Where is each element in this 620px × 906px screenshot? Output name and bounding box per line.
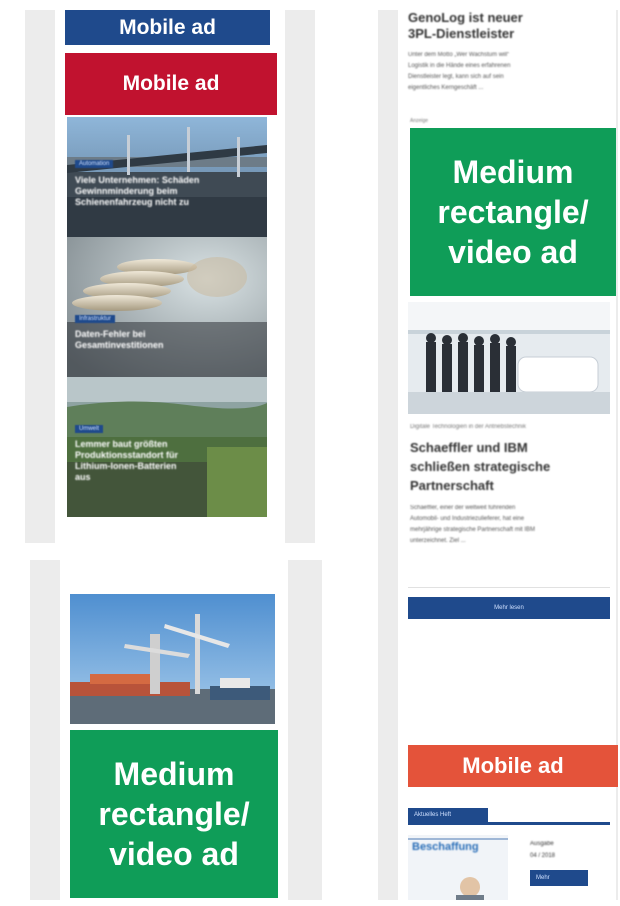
- issue-label: Ausgabe 04 / 2018: [530, 841, 556, 859]
- issue-more-button[interactable]: Mehr: [530, 870, 588, 886]
- article-badge: Umwelt: [75, 425, 104, 433]
- mobile-ad-banner-second[interactable]: Mobile ad: [65, 53, 277, 115]
- article-badge: Infrastruktur: [75, 315, 116, 323]
- harbor-image: [70, 594, 275, 724]
- article-headline-schaeffler[interactable]: Schaeffler und IBM schließen strategisch…: [410, 438, 615, 495]
- issue-tab-underline: [408, 822, 610, 825]
- mobile-ad-banner-right[interactable]: Mobile ad: [408, 745, 618, 787]
- read-more-button[interactable]: Mehr lesen: [408, 597, 610, 619]
- medium-rectangle-ad-right[interactable]: Medium rectangle/ video ad: [410, 128, 616, 296]
- article-image-meeting: [408, 302, 610, 414]
- article-headline[interactable]: Daten-Fehler bei Gesamtinvestitionen: [75, 329, 260, 351]
- article-badge: Automation: [75, 160, 114, 168]
- article-headline[interactable]: Viele Unternehmen: Schäden Gewinnminderu…: [75, 175, 260, 208]
- ad-label: Anzeige: [410, 118, 429, 124]
- article-tile-bridge[interactable]: Automation Viele Unternehmen: Schäden Ge…: [67, 117, 267, 237]
- article-tile-coins[interactable]: Infrastruktur Daten-Fehler bei Gesamtinv…: [67, 237, 267, 377]
- cover-portrait-image: [408, 838, 508, 900]
- top-article-teaser: Unter dem Motto „Wer Wachstum will“ Logi…: [408, 52, 511, 91]
- tab-current-issue[interactable]: Aktuelles Heft: [408, 808, 488, 822]
- divider: [408, 587, 610, 588]
- medium-rectangle-ad-left[interactable]: Medium rectangle/ video ad: [70, 730, 278, 898]
- article-image-coins: [67, 237, 267, 377]
- magazine-cover[interactable]: Beschaffung: [408, 835, 508, 900]
- top-article-headline[interactable]: GenoLog ist neuer 3PL-Dienstleister: [408, 10, 608, 42]
- article-tile-landscape[interactable]: Umwelt Lemmer baut größten Produktionsst…: [67, 377, 267, 517]
- mobile-ad-banner-top[interactable]: Mobile ad: [65, 10, 270, 45]
- article-headline[interactable]: Lemmer baut größten Produktionsstandort …: [75, 439, 260, 483]
- article-kicker: Digitale Technologien in der Antriebstec…: [410, 424, 526, 430]
- article-teaser-schaeffler: Schaeffler, einer der weltweit führenden…: [410, 505, 536, 544]
